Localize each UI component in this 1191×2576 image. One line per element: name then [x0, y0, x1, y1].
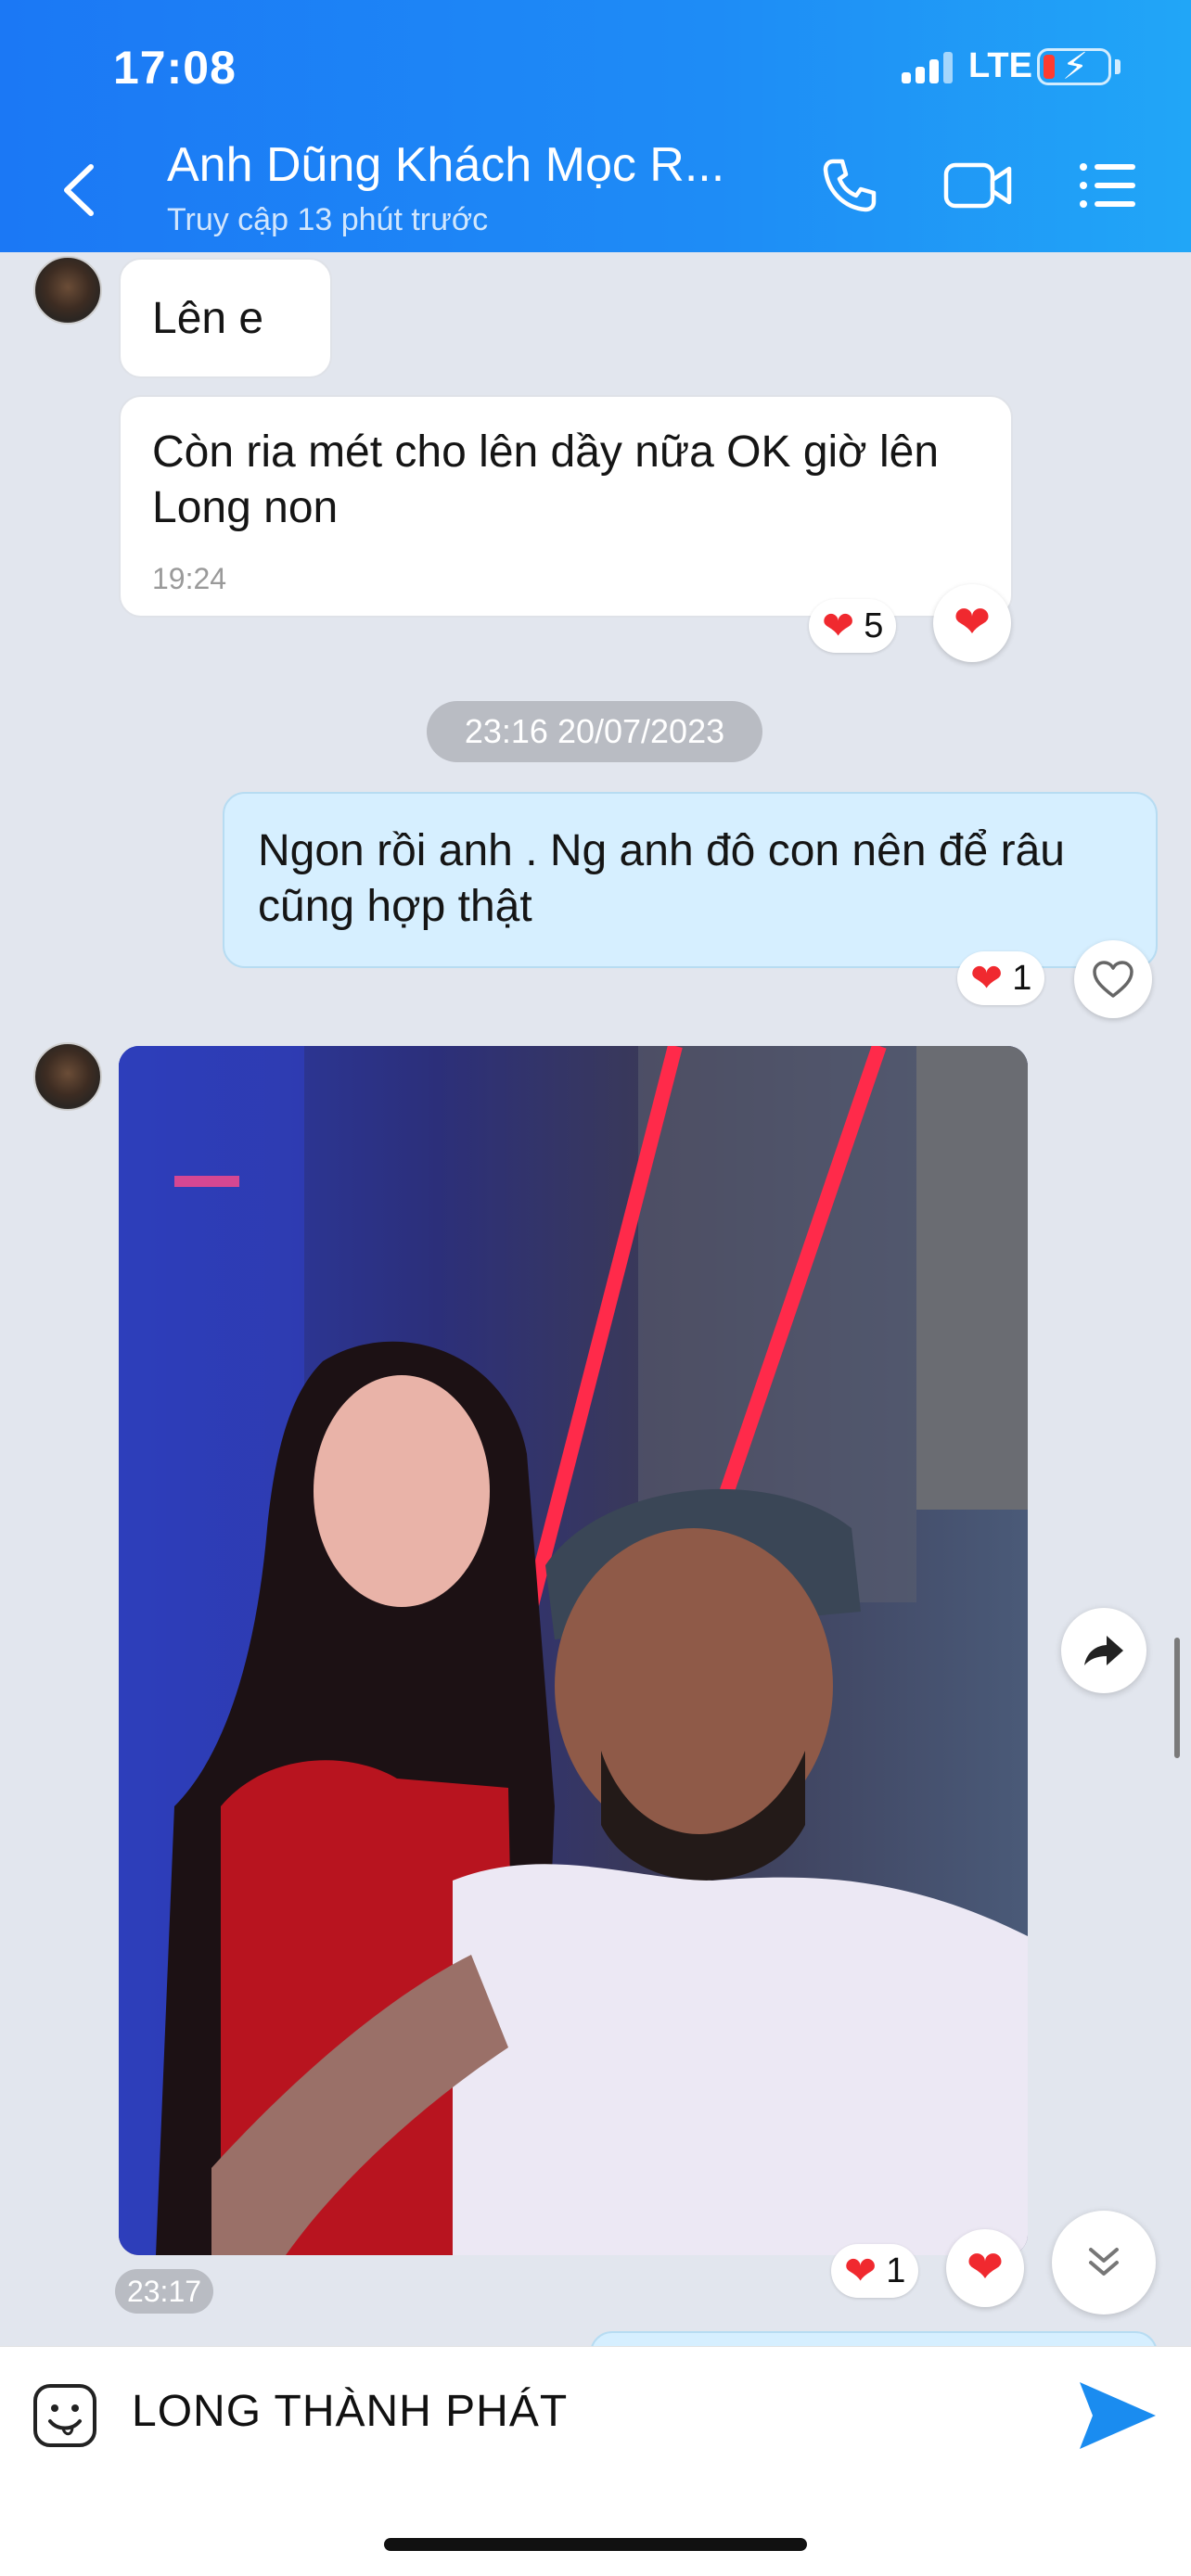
message-text: cũng hợp thật — [258, 882, 532, 931]
battery-icon: ⚡ — [1037, 46, 1111, 87]
chat-title[interactable]: Anh Dũng Khách Mọc R... — [167, 137, 724, 193]
contact-avatar[interactable] — [33, 1042, 102, 1111]
chat-options-button[interactable] — [1078, 156, 1137, 220]
message-time: 23:17 — [115, 2269, 213, 2314]
heart-icon: ❤ — [953, 598, 992, 647]
battery-tip — [1115, 59, 1121, 74]
reaction-summary[interactable]: ❤ 1 — [831, 2244, 919, 2298]
scrollbar[interactable] — [1174, 1638, 1180, 1758]
back-button[interactable] — [56, 158, 102, 223]
message-bubble[interactable]: Lên e — [119, 258, 332, 378]
send-button[interactable] — [1076, 2378, 1159, 2457]
signal-icon — [902, 52, 954, 83]
phone-icon — [823, 159, 877, 212]
date-separator: 23:16 20/07/2023 — [427, 701, 762, 762]
message-text: Ngon rồi anh . Ng anh đô con nên để râu — [258, 826, 1065, 875]
share-arrow-icon — [1084, 1636, 1123, 1665]
heart-icon: ❤ — [970, 956, 1004, 1000]
video-call-button[interactable] — [942, 156, 1015, 220]
last-seen-status: Truy cập 13 phút trước — [167, 202, 489, 237]
double-chevron-down-icon — [1089, 2248, 1119, 2276]
heart-icon: ❤ — [966, 2243, 1005, 2292]
heart-icon: ❤ — [822, 604, 855, 647]
contact-avatar[interactable] — [33, 256, 102, 325]
message-text: Long non — [152, 483, 339, 532]
reaction-summary[interactable]: ❤ 5 — [809, 599, 897, 653]
message-time: 19:24 — [152, 562, 227, 595]
heart-outline-icon — [1093, 961, 1133, 998]
reaction-summary[interactable]: ❤ 1 — [957, 951, 1045, 1005]
chevron-left-icon — [64, 164, 94, 216]
reaction-count: 5 — [864, 606, 884, 645]
send-icon — [1080, 2382, 1156, 2449]
network-label: LTE — [968, 46, 1032, 85]
message-text: Lên e — [152, 294, 264, 343]
call-button[interactable] — [820, 156, 879, 220]
message-text: Còn ria mét cho lên dầy nữa OK giờ lên — [152, 427, 940, 477]
react-button[interactable] — [1074, 940, 1152, 1018]
video-camera-icon — [943, 162, 1012, 209]
photo-message[interactable] — [119, 1046, 1028, 2255]
home-indicator — [384, 2538, 807, 2551]
reaction-count: 1 — [1012, 958, 1032, 998]
reaction-count: 1 — [886, 2251, 906, 2290]
react-button[interactable]: ❤ — [946, 2229, 1024, 2307]
composer-bar: LONG THÀNH PHÁT — [0, 2346, 1191, 2576]
sticker-emoji-icon — [33, 2384, 96, 2447]
scroll-to-bottom-button[interactable] — [1052, 2211, 1156, 2315]
react-button[interactable]: ❤ — [933, 584, 1011, 662]
message-bubble[interactable]: Còn ria mét cho lên dầy nữa OK giờ lên L… — [119, 395, 1013, 618]
forward-button[interactable] — [1061, 1608, 1146, 1693]
message-input[interactable]: LONG THÀNH PHÁT — [132, 2386, 568, 2437]
chat-header: 17:08 LTE ⚡ Anh Dũng Khách Mọc R... Truy… — [0, 0, 1191, 252]
status-time: 17:08 — [113, 42, 237, 94]
sticker-button[interactable] — [32, 2382, 98, 2454]
my-message-bubble[interactable]: Ngon rồi anh . Ng anh đô con nên để râu … — [223, 792, 1158, 968]
menu-list-icon — [1080, 163, 1135, 208]
selfie-photo — [119, 1046, 1028, 2255]
heart-icon: ❤ — [844, 2249, 877, 2292]
